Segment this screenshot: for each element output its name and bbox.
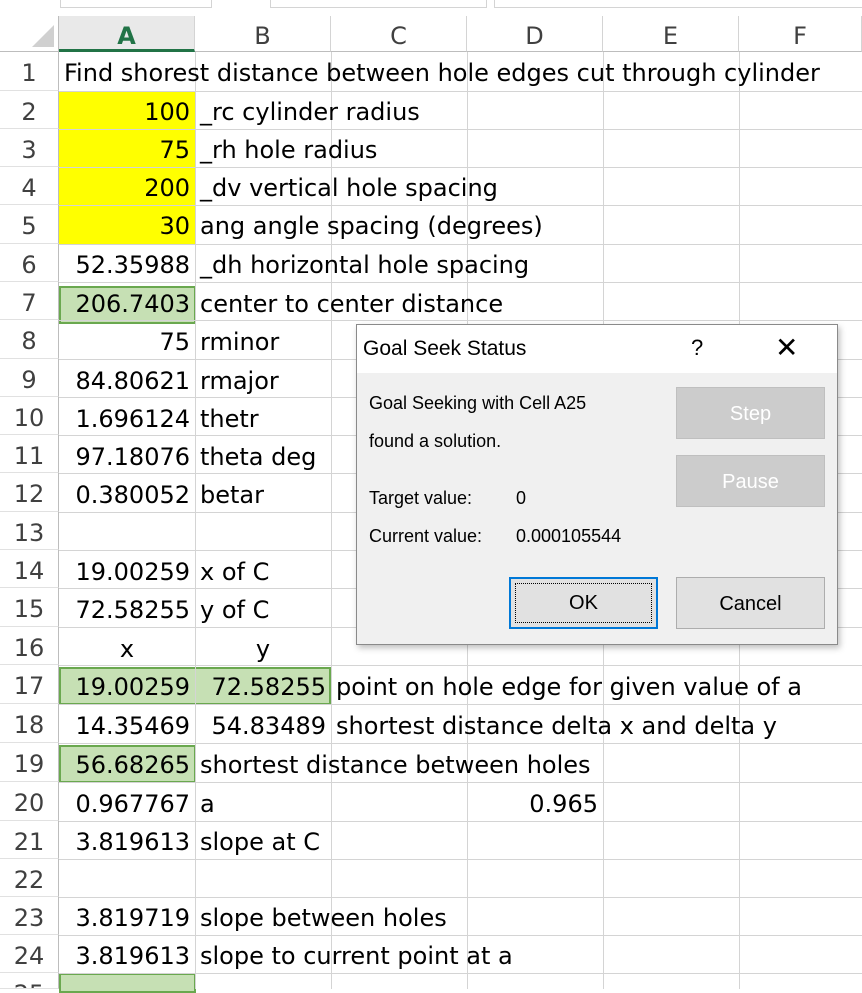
cell-b12[interactable]: betar (200, 476, 264, 514)
dialog-title: Goal Seek Status (363, 337, 527, 360)
row-header[interactable]: 14 (0, 550, 59, 588)
column-header-e[interactable]: E (603, 16, 739, 52)
row-header[interactable]: 16 (0, 627, 59, 665)
select-all-button[interactable] (0, 16, 59, 52)
row-header[interactable]: 21 (0, 821, 59, 859)
row-header[interactable]: 7 (0, 282, 59, 320)
pause-button[interactable]: Pause (676, 455, 825, 507)
current-value-label: Current value: (369, 526, 483, 546)
cell-a10[interactable]: 1.696124 (59, 400, 190, 438)
cell-a20[interactable]: 0.967767 (59, 785, 190, 823)
current-value: 0.000105544 (516, 526, 622, 546)
cell-a8[interactable]: 75 (59, 323, 190, 361)
cell-b11[interactable]: theta deg (200, 438, 316, 476)
select-all-triangle-icon (32, 25, 54, 47)
cell-b20[interactable]: a (200, 785, 215, 823)
cell-b9[interactable]: rmajor (200, 362, 279, 400)
status-message-line2: found a solution. (369, 431, 502, 451)
cell-a16[interactable]: x (59, 630, 195, 668)
grid-hline (59, 897, 862, 898)
row-header[interactable]: 19 (0, 743, 59, 782)
dialog-titlebar[interactable]: Goal Seek Status ? ✕ (357, 325, 837, 373)
cell-b5[interactable]: ang angle spacing (degrees) (200, 207, 543, 245)
row-header[interactable]: 25 (0, 973, 59, 989)
column-header-b[interactable]: B (195, 16, 331, 52)
row-header[interactable]: 8 (0, 320, 59, 359)
formula-bar-remnant (0, 0, 862, 8)
cell-a15[interactable]: 72.58255 (59, 591, 190, 629)
close-icon[interactable]: ✕ (775, 331, 798, 364)
step-button[interactable]: Step (676, 387, 825, 439)
cell-a23[interactable]: 3.819719 (59, 899, 190, 937)
cell-b10[interactable]: thetr (200, 400, 259, 438)
cell-a12[interactable]: 0.380052 (59, 476, 190, 514)
row-header[interactable]: 20 (0, 782, 59, 821)
cell-b8[interactable]: rminor (200, 323, 279, 361)
focus-rectangle (515, 583, 652, 623)
column-header-c[interactable]: C (331, 16, 467, 52)
cell-a14[interactable]: 19.00259 (59, 553, 190, 591)
status-message-line1: Goal Seeking with Cell A25 (369, 393, 587, 413)
cell-b17[interactable]: 72.58255 (195, 668, 326, 706)
cell-b23[interactable]: slope between holes (200, 899, 447, 937)
ok-button[interactable]: OK (509, 577, 658, 629)
cell-a24[interactable]: 3.819613 (59, 937, 190, 975)
cell-b4[interactable]: _dv vertical hole spacing (200, 169, 498, 207)
row-header[interactable]: 15 (0, 588, 59, 627)
cell-d20[interactable]: 0.965 (467, 785, 598, 823)
row-header[interactable]: 24 (0, 935, 59, 973)
cell-a18[interactable]: 14.35469 (59, 707, 190, 745)
cell-c18[interactable]: shortest distance delta x and delta y (336, 707, 777, 745)
cell-b15[interactable]: y of C (200, 591, 269, 629)
cell-a2[interactable]: 100 (59, 93, 190, 131)
row-header[interactable]: 11 (0, 435, 59, 473)
row-header[interactable]: 12 (0, 473, 59, 512)
grid-vline (195, 52, 196, 989)
row-header[interactable]: 5 (0, 205, 59, 244)
cell-b2[interactable]: _rc cylinder radius (200, 93, 420, 131)
cancel-button[interactable]: Cancel (676, 577, 825, 629)
row-header[interactable]: 17 (0, 665, 59, 704)
cell-b14[interactable]: x of C (200, 553, 269, 591)
row-header[interactable]: 10 (0, 397, 59, 435)
help-icon[interactable]: ? (691, 335, 703, 361)
cell-a6[interactable]: 52.35988 (59, 246, 190, 284)
cell-c17[interactable]: point on hole edge for given value of a (336, 668, 802, 706)
cell-b6[interactable]: _dh horizontal hole spacing (200, 246, 529, 284)
row-header[interactable]: 13 (0, 512, 59, 550)
row-header[interactable]: 18 (0, 704, 59, 743)
row-header[interactable]: 2 (0, 91, 59, 129)
row-header[interactable]: 9 (0, 359, 59, 397)
row-header[interactable]: 4 (0, 167, 59, 205)
cell-b19[interactable]: shortest distance between holes (200, 746, 591, 784)
cell-a9[interactable]: 84.80621 (59, 362, 190, 400)
cell-a19[interactable]: 56.68265 (59, 746, 190, 784)
cell-b16[interactable]: y (195, 630, 331, 668)
cell-a17[interactable]: 19.00259 (59, 668, 190, 706)
column-header-d[interactable]: D (467, 16, 603, 52)
row-header[interactable]: 3 (0, 129, 59, 167)
cell-b21[interactable]: slope at C (200, 823, 320, 861)
cell-a7[interactable]: 206.7403 (59, 285, 190, 323)
cell-b18[interactable]: 54.83489 (195, 707, 326, 745)
goal-seek-dialog: Goal Seek Status ? ✕ Goal Seeking with C… (356, 324, 838, 645)
cell-a11[interactable]: 97.18076 (59, 438, 190, 476)
row-header[interactable]: 1 (0, 52, 59, 91)
cell-b24[interactable]: slope to current point at a (200, 937, 513, 975)
cell-a3[interactable]: 75 (59, 131, 190, 169)
row-header[interactable]: 23 (0, 897, 59, 935)
result-cell-a25[interactable] (59, 973, 196, 993)
row-header[interactable]: 6 (0, 244, 59, 282)
column-header-f[interactable]: F (739, 16, 862, 52)
cell-a1-title[interactable]: Find shorest distance between hole edges… (64, 54, 820, 92)
row-header[interactable]: 22 (0, 859, 59, 897)
column-header-a[interactable]: A (59, 16, 195, 52)
target-value-label: Target value: (369, 488, 473, 508)
cell-a21[interactable]: 3.819613 (59, 823, 190, 861)
cell-b7[interactable]: center to center distance (200, 285, 503, 323)
cell-a5[interactable]: 30 (59, 207, 190, 245)
target-value: 0 (516, 488, 527, 508)
cell-a4[interactable]: 200 (59, 169, 190, 207)
cell-b3[interactable]: _rh hole radius (200, 131, 377, 169)
